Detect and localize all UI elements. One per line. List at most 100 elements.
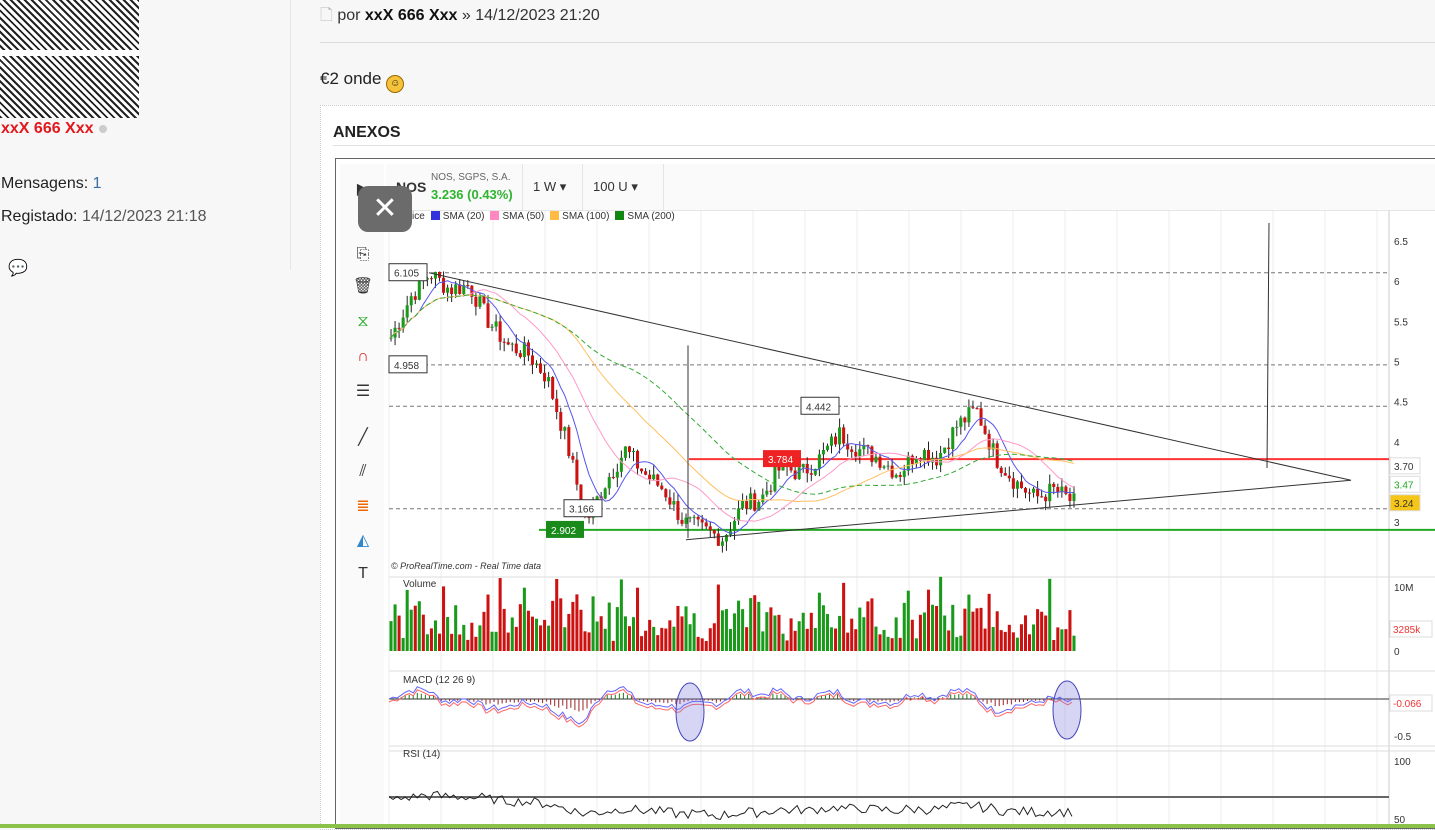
volume-bar xyxy=(1056,627,1060,651)
text-tool-icon[interactable]: T xyxy=(352,563,374,585)
axis-marker: 3.24 xyxy=(1394,499,1414,510)
avatar xyxy=(0,0,139,118)
magnet-icon[interactable]: ∩ xyxy=(352,346,374,368)
volume-bar xyxy=(914,638,918,651)
candle-body xyxy=(563,427,567,431)
volume-bar xyxy=(684,606,688,651)
volume-bar xyxy=(543,619,547,651)
shapes-icon[interactable]: ◭ xyxy=(352,530,374,552)
volume-bar xyxy=(676,605,680,651)
volume-bar xyxy=(910,619,914,651)
author-name-link[interactable]: xxX 666 Xxx xyxy=(1,120,94,137)
post-author[interactable]: xxX 666 Xxx xyxy=(365,7,458,24)
candle-body xyxy=(886,465,890,467)
volume-bar xyxy=(1064,629,1068,651)
messages-stat: Mensagens: 1 xyxy=(1,175,102,193)
candle-body xyxy=(1044,496,1048,502)
axis-tick-label: 5 xyxy=(1394,357,1400,368)
divider xyxy=(320,42,1435,43)
registered-stat: Registado: 14/12/2023 21:18 xyxy=(1,208,207,226)
volume-last: 3285k xyxy=(1393,625,1421,636)
interval-value: 1 W xyxy=(533,179,557,194)
volume-bar xyxy=(947,630,951,651)
notes-icon[interactable]: ☰ xyxy=(352,381,374,403)
candle-body xyxy=(664,489,668,498)
candle-body xyxy=(1072,493,1076,501)
candle-body xyxy=(567,427,571,457)
candle-body xyxy=(510,343,514,345)
candle-body xyxy=(854,451,858,457)
volume-bar xyxy=(530,616,534,651)
zigzag-icon[interactable]: ⧖ xyxy=(352,311,374,333)
candle-body xyxy=(963,417,967,423)
post-document-icon[interactable]: 🗋 xyxy=(320,7,333,24)
volume-bar xyxy=(935,606,939,651)
volume-bar xyxy=(603,628,607,651)
candle-body xyxy=(898,474,902,478)
volume-bar xyxy=(850,618,854,651)
trash-icon[interactable]: 🗑 xyxy=(352,276,374,298)
volume-bar xyxy=(389,621,393,651)
parallel-lines-icon[interactable]: ⫽ xyxy=(352,461,374,483)
volume-bar xyxy=(551,600,555,651)
candle-body xyxy=(486,303,490,328)
volume-bar xyxy=(862,617,866,651)
offline-status-icon xyxy=(98,125,107,133)
candle-body xyxy=(1068,493,1072,501)
volume-bar xyxy=(886,636,890,651)
candle-body xyxy=(1032,488,1036,493)
messages-count[interactable]: 1 xyxy=(93,175,102,192)
volume-bar xyxy=(1052,640,1056,651)
candle-body xyxy=(482,296,486,304)
volume-bar xyxy=(874,626,878,651)
macd-label: MACD (12 26 9) xyxy=(403,675,475,686)
volume-bar xyxy=(1003,631,1007,651)
volume-bar xyxy=(1048,578,1052,651)
volume-bar xyxy=(474,636,478,651)
volume-bar xyxy=(660,627,664,651)
price-label: 6.105 xyxy=(394,269,419,280)
candle-body xyxy=(955,426,959,428)
volume-bar xyxy=(813,627,817,651)
legend-item: SMA (20) xyxy=(430,211,484,222)
candle-body xyxy=(821,449,825,455)
post-header: 🗋 por xxX 666 Xxx » 14/12/2023 21:20 xyxy=(320,4,600,31)
volume-bar xyxy=(890,638,894,651)
volume-bar xyxy=(963,608,967,651)
volume-bar xyxy=(753,595,757,651)
volume-bar xyxy=(425,634,429,651)
candle-body xyxy=(858,449,862,457)
candle-body xyxy=(474,296,478,307)
volume-bar xyxy=(999,630,1003,651)
line-tool-icon[interactable]: ╱ xyxy=(352,427,374,449)
units-dropdown[interactable]: 100 U ▾ xyxy=(582,164,664,210)
volume-bar xyxy=(619,579,623,651)
candle-body xyxy=(1023,488,1028,493)
volume-bar xyxy=(421,614,425,651)
volume-bar xyxy=(518,604,522,651)
post-body: €2 onde ☺ xyxy=(320,69,405,93)
fibonacci-icon[interactable]: ≣ xyxy=(352,496,374,518)
copy-icon[interactable]: ⎘ xyxy=(352,244,374,266)
legend-label: SMA (100) xyxy=(562,211,610,222)
candle-body xyxy=(983,425,987,434)
volume-bar xyxy=(534,618,539,651)
candle-body xyxy=(603,488,607,499)
candle-body xyxy=(704,522,708,527)
author-name[interactable]: xxX 666 Xxx xyxy=(1,120,107,138)
volume-bar xyxy=(401,637,405,651)
candle-body xyxy=(413,296,417,300)
candle-body xyxy=(652,474,656,480)
candle-body xyxy=(809,473,813,475)
candle-body xyxy=(498,321,502,342)
candle-body xyxy=(636,450,640,469)
candle-body xyxy=(733,520,737,532)
candle-body xyxy=(850,449,854,452)
price-label: 4.958 xyxy=(394,361,419,372)
close-icon[interactable]: ✕ xyxy=(358,186,412,232)
chart-attachment-image[interactable]: 6.5 6 5.5 5 4.5 4 3 6.105 4.958 4.442 3.784 3.166 2.… xyxy=(335,158,1435,829)
volume-bar xyxy=(931,604,935,651)
chat-bubbles-icon[interactable]: 💬 xyxy=(8,258,28,278)
volume-bar xyxy=(724,609,728,651)
volume-bar xyxy=(882,629,886,651)
